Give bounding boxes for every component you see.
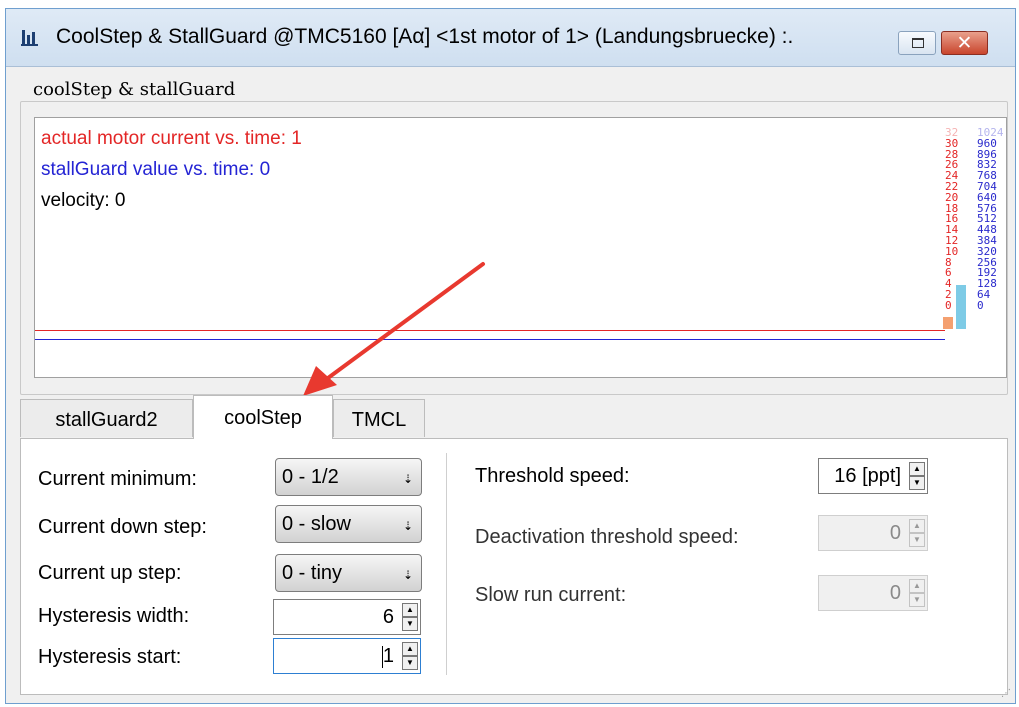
annotation-arrow-shaft <box>326 262 485 380</box>
annotation-arrow-head-icon <box>303 366 337 396</box>
annotation-overlay <box>303 262 485 396</box>
tab-coolstep[interactable]: coolStep <box>193 395 333 439</box>
